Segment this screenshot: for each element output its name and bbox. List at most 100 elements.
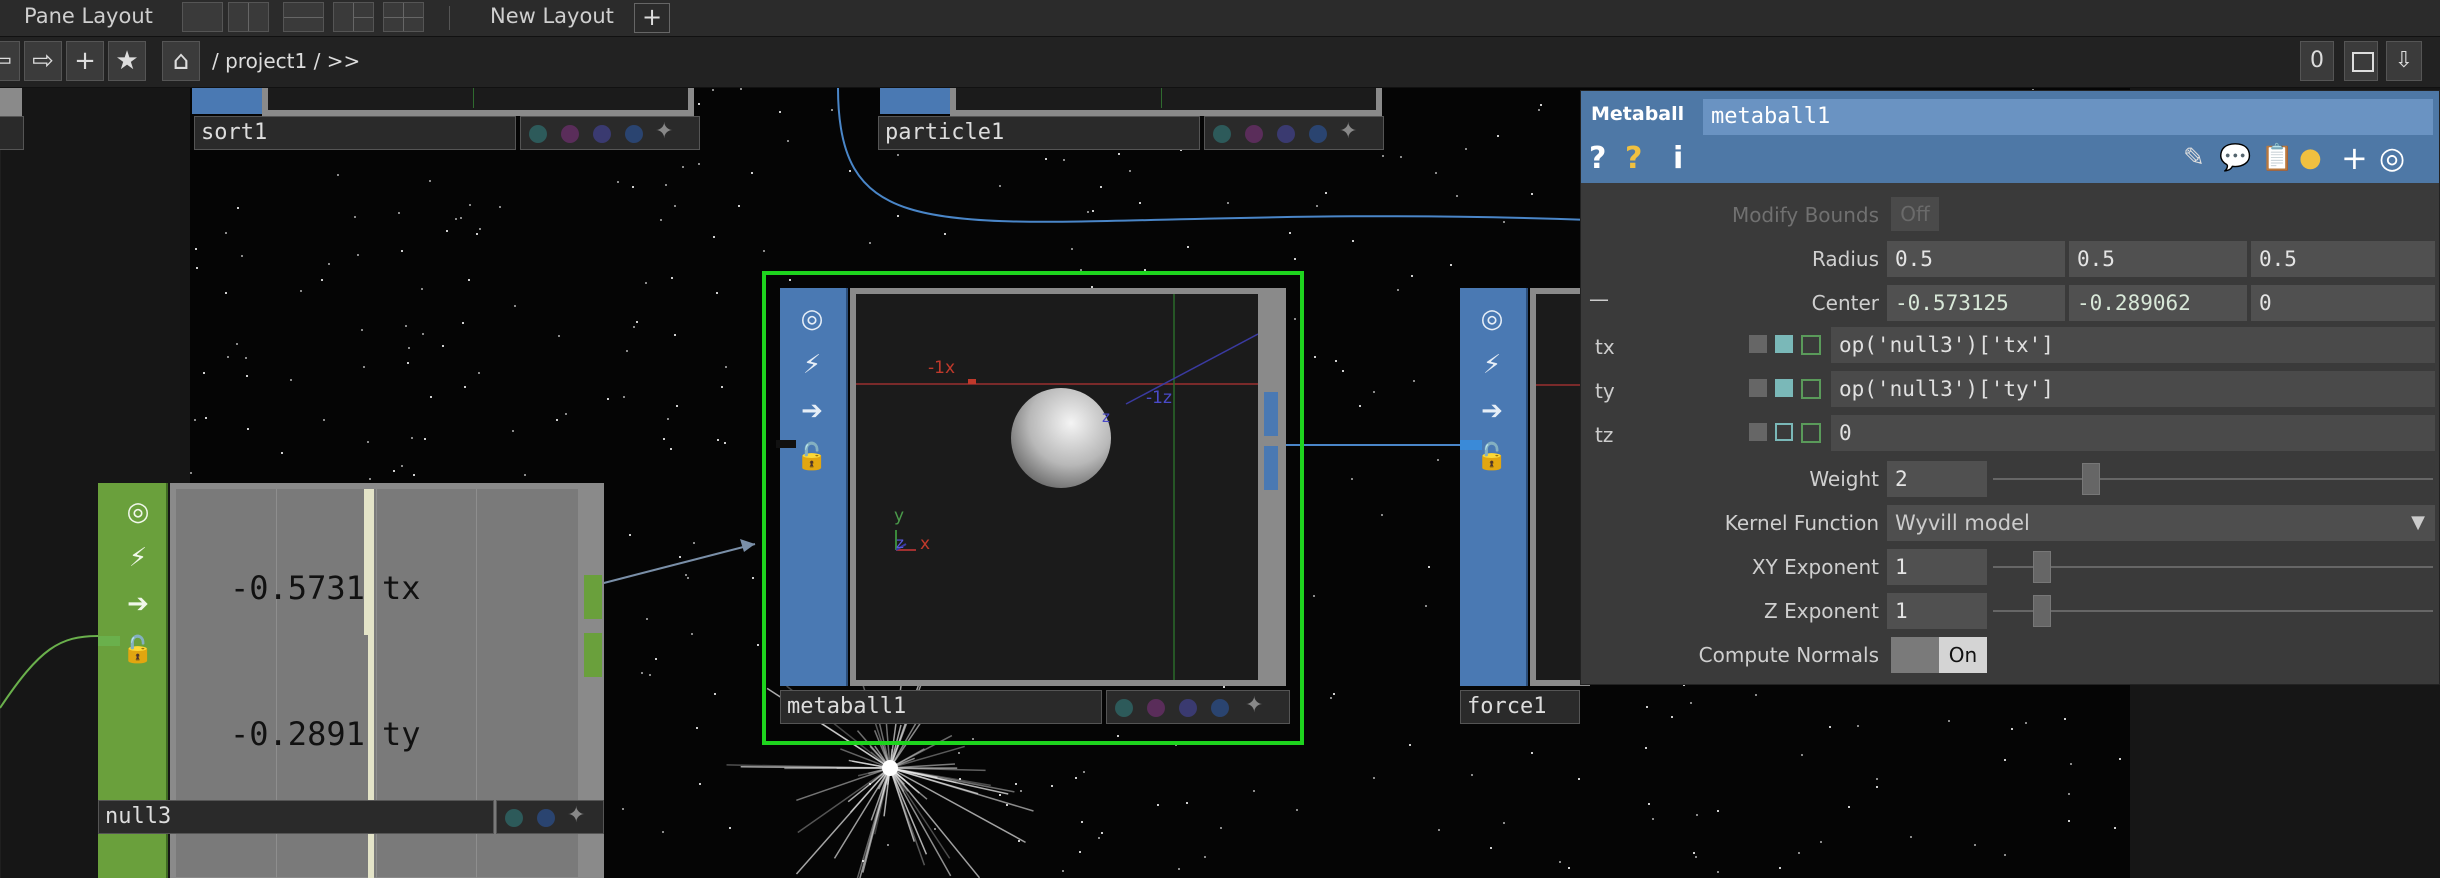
null3-name[interactable]: null3	[98, 800, 494, 834]
metaball1-side-strip[interactable]: ◎ ⚡ ➔ 🔓	[780, 288, 848, 686]
cooking-icon[interactable]: ⚡	[1474, 346, 1510, 384]
mode-constant-icon[interactable]	[1749, 423, 1767, 441]
display-flag-icon[interactable]	[537, 809, 555, 827]
target-icon[interactable]: ◎	[2379, 141, 2405, 176]
tz-value-field[interactable]: 0	[1831, 415, 2435, 451]
star-icon[interactable]: ★	[108, 41, 146, 81]
render-flag-icon[interactable]	[1309, 125, 1327, 143]
layout-three-pane-icon[interactable]	[333, 2, 374, 32]
mode-constant-icon[interactable]	[1749, 335, 1767, 353]
particle1-side-strip[interactable]	[880, 88, 950, 114]
metaball1-input-connector[interactable]	[776, 440, 796, 448]
kernel-function-dropdown[interactable]: Wyvill model ▼	[1887, 505, 2435, 541]
mode-export-icon[interactable]	[1801, 335, 1821, 355]
mode-constant-icon[interactable]	[1749, 379, 1767, 397]
comment-icon[interactable]: 💬	[2219, 143, 2251, 173]
render-flag-icon[interactable]	[625, 125, 643, 143]
display-flag-icon[interactable]	[1277, 125, 1295, 143]
force1-side-strip[interactable]: ◎ ⚡ ➔ 🔓	[1460, 288, 1528, 686]
lock-flag-icon[interactable]	[1245, 125, 1263, 143]
viewer-toggle-icon[interactable]: ◎	[1474, 300, 1510, 338]
clone-lock-icon[interactable]: 🔓	[120, 631, 156, 669]
mode-export-icon[interactable]	[1801, 423, 1821, 443]
cooking-icon[interactable]: ⚡	[120, 539, 156, 577]
pin-icon[interactable]: ✦	[1245, 693, 1263, 718]
bypass-flag-icon[interactable]	[1213, 125, 1231, 143]
display-flag-icon[interactable]	[1179, 699, 1197, 717]
compute-normals-toggle[interactable]: On	[1891, 637, 1987, 673]
bypass-flag-icon[interactable]	[505, 809, 523, 827]
metaball1-viewer[interactable]: -1x -1z z y x z	[850, 288, 1264, 686]
tx-expression-field[interactable]: op('null3')['tx']	[1831, 327, 2435, 363]
mode-expression-icon[interactable]	[1775, 335, 1793, 353]
add-parameter-icon[interactable]: +	[2341, 139, 2368, 177]
pin-icon[interactable]: ✦	[567, 803, 585, 828]
download-icon[interactable]: ⇩	[2386, 41, 2422, 81]
maximize-icon[interactable]	[2344, 41, 2378, 81]
weight-field[interactable]: 2	[1887, 461, 1987, 497]
mode-expression-icon[interactable]	[1775, 423, 1793, 441]
radius-y-field[interactable]: 0.5	[2069, 241, 2247, 277]
center-x-field[interactable]: -0.573125	[1887, 285, 2065, 321]
weight-slider-track[interactable]	[1993, 478, 2433, 480]
particle1-viewer[interactable]	[950, 88, 1382, 116]
export-arrow-icon[interactable]: ➔	[794, 392, 830, 430]
info-icon[interactable]: i	[1673, 141, 1683, 176]
clone-lock-icon[interactable]: 🔓	[794, 438, 830, 476]
lock-flag-icon[interactable]	[1147, 699, 1165, 717]
add-layout-button[interactable]: +	[634, 3, 670, 33]
new-layout-button[interactable]: New Layout	[490, 4, 614, 28]
force1-name[interactable]: force1	[1460, 690, 1580, 724]
mode-expression-icon[interactable]	[1775, 379, 1793, 397]
clipboard-icon[interactable]: 📋	[2261, 143, 2293, 173]
force1-input-connector[interactable]	[1460, 440, 1482, 450]
layout-single-icon[interactable]	[182, 2, 223, 32]
null3-input-connector[interactable]	[98, 636, 120, 646]
radius-z-field[interactable]: 0.5	[2251, 241, 2435, 277]
counter-button[interactable]: 0	[2300, 41, 2334, 81]
help-icon[interactable]: ?	[1589, 141, 1606, 176]
export-arrow-icon[interactable]: ➔	[120, 585, 156, 623]
xy-exponent-field[interactable]: 1	[1887, 549, 1987, 585]
xy-exponent-slider-knob[interactable]	[2033, 551, 2052, 583]
viewer-toggle-icon[interactable]: ◎	[120, 493, 156, 531]
lock-flag-icon[interactable]	[561, 125, 579, 143]
z-exponent-slider-knob[interactable]	[2033, 595, 2052, 627]
sort1-name[interactable]: sort1	[194, 116, 516, 150]
network-path[interactable]: / project1 / >>	[212, 49, 360, 73]
pin-icon[interactable]: ✦	[1339, 119, 1357, 144]
add-icon[interactable]: +	[66, 41, 104, 81]
center-z-field[interactable]: 0	[2251, 285, 2435, 321]
sort1-side-strip[interactable]	[192, 88, 262, 114]
bypass-flag-icon[interactable]	[1115, 699, 1133, 717]
layout-split-vertical-icon[interactable]	[228, 2, 269, 32]
bypass-flag-icon[interactable]	[529, 125, 547, 143]
z-exponent-field[interactable]: 1	[1887, 593, 1987, 629]
operator-name-field[interactable]: metaball1	[1703, 99, 2433, 135]
cooking-icon[interactable]: ⚡	[794, 346, 830, 384]
render-flag-icon[interactable]	[1211, 699, 1229, 717]
pin-icon[interactable]: ✦	[655, 119, 673, 144]
back-arrow-icon[interactable]: ⇦	[0, 41, 20, 81]
layout-four-pane-icon[interactable]	[383, 2, 424, 32]
display-flag-icon[interactable]	[593, 125, 611, 143]
home-icon[interactable]: ⌂	[162, 41, 200, 81]
metaball1-name[interactable]: metaball1	[780, 690, 1102, 724]
ty-expression-field[interactable]: op('null3')['ty']	[1831, 371, 2435, 407]
layout-split-horizontal-icon[interactable]	[283, 2, 324, 32]
weight-slider-knob[interactable]	[2081, 463, 2100, 495]
export-arrow-icon[interactable]: ➔	[1474, 392, 1510, 430]
center-y-field[interactable]: -0.289062	[2069, 285, 2247, 321]
z-exponent-slider-track[interactable]	[1993, 610, 2433, 612]
python-help-icon[interactable]: ?	[1625, 141, 1642, 176]
mode-export-icon[interactable]	[1801, 379, 1821, 399]
sort1-viewer[interactable]	[262, 88, 694, 116]
edit-pencil-icon[interactable]: ✎	[2183, 143, 2205, 173]
viewer-toggle-icon[interactable]: ◎	[794, 300, 830, 338]
radius-x-field[interactable]: 0.5	[1887, 241, 2065, 277]
particle1-name[interactable]: particle1	[878, 116, 1200, 150]
python-icon[interactable]: ●	[2299, 143, 2322, 173]
modify-bounds-toggle[interactable]: Off	[1891, 197, 1939, 231]
xy-exponent-slider-track[interactable]	[1993, 566, 2433, 568]
forward-arrow-icon[interactable]: ⇨	[24, 41, 62, 81]
